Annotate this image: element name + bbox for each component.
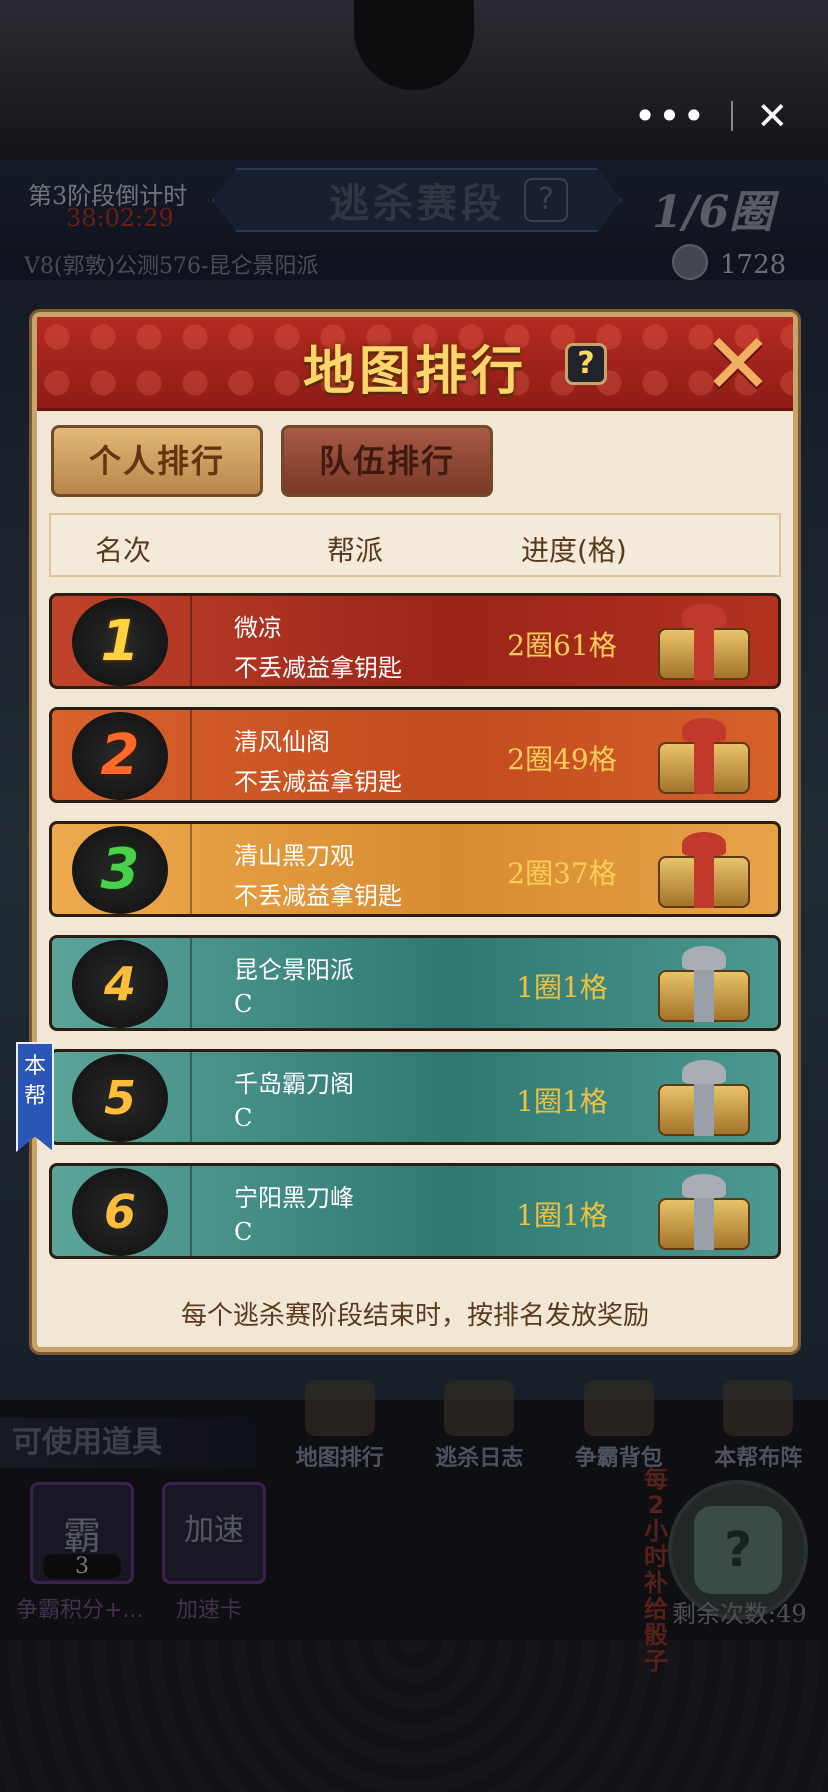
rank-cell: 6 — [52, 1166, 192, 1256]
guild-name: 昆仑景阳派 — [234, 956, 354, 984]
guild-slogan: C — [234, 1218, 253, 1246]
chest-bow — [682, 1060, 726, 1084]
rank-cell: 4 — [52, 938, 192, 1028]
column-header-guild: 帮派 — [327, 534, 384, 567]
capsule-divider — [730, 101, 733, 131]
rank-cell: 2 — [52, 710, 192, 800]
rank-cell: 1 — [52, 596, 192, 686]
table-row[interactable]: 1 微凉 不丢减益拿钥匙 2圈61格 — [49, 593, 781, 689]
chest-bow — [682, 604, 726, 628]
gold-chest-icon[interactable] — [652, 716, 756, 796]
own-guild-badge: 本帮 — [16, 1042, 54, 1152]
column-header-progress: 进度(格) — [521, 534, 627, 567]
guild-slogan: C — [234, 990, 253, 1018]
chest-ribbon — [694, 962, 714, 1022]
modal-title: 地图排行 — [302, 342, 527, 402]
rank-number: 1 — [100, 609, 140, 674]
close-modal-button[interactable]: ✕ — [693, 321, 783, 407]
column-header-rank: 名次 — [95, 534, 152, 567]
guild-slogan: 不丢减益拿钥匙 — [234, 768, 402, 796]
gold-chest-icon[interactable] — [652, 830, 756, 910]
rank-number: 2 — [100, 723, 140, 788]
rank-medal: 6 — [72, 1168, 168, 1256]
progress-value: 1圈1格 — [516, 1199, 608, 1232]
reward-note: 每个逃杀赛阶段结束时，按排名发放奖励 — [180, 1301, 649, 1331]
guild-slogan: 不丢减益拿钥匙 — [234, 654, 402, 682]
progress-value: 1圈1格 — [516, 1085, 608, 1118]
modal-header: 地图排行 ? ✕ — [37, 317, 793, 411]
close-app-button[interactable]: ✕ — [756, 94, 788, 138]
more-menu-button[interactable]: ••• — [634, 94, 707, 138]
silver-chest-icon[interactable] — [652, 1172, 756, 1252]
rank-medal: 5 — [72, 1054, 168, 1142]
rank-number: 3 — [100, 837, 140, 902]
progress-value: 2圈49格 — [507, 743, 617, 776]
guild-name: 宁阳黑刀峰 — [234, 1184, 354, 1212]
table-row[interactable]: 4 昆仑景阳派 C 1圈1格 — [49, 935, 781, 1031]
progress-value: 2圈37格 — [507, 857, 617, 890]
tab-personal-ranking[interactable]: 个人排行 — [51, 425, 263, 497]
guild-name: 微凉 — [234, 614, 282, 642]
chest-ribbon — [694, 620, 714, 680]
table-row[interactable]: 2 清风仙阁 不丢减益拿钥匙 2圈49格 — [49, 707, 781, 803]
tab-team-ranking[interactable]: 队伍排行 — [281, 425, 493, 497]
silver-chest-icon[interactable] — [652, 1058, 756, 1138]
rank-medal: 2 — [72, 712, 168, 800]
table-header: 名次 帮派 进度(格) — [49, 513, 781, 577]
progress-value: 2圈61格 — [507, 629, 617, 662]
table-row[interactable]: 6 宁阳黑刀峰 C 1圈1格 — [49, 1163, 781, 1259]
map-ranking-modal: 地图排行 ? ✕ 个人排行 队伍排行 名次 帮派 进度(格) 1 微凉 不丢减益… — [32, 312, 798, 1352]
chest-ribbon — [694, 734, 714, 794]
rank-number: 5 — [103, 1071, 136, 1125]
gold-chest-icon[interactable] — [652, 602, 756, 682]
rank-cell: 3 — [52, 824, 192, 914]
rank-medal: 4 — [72, 940, 168, 1028]
chest-bow — [682, 718, 726, 742]
guild-slogan: 不丢减益拿钥匙 — [234, 882, 402, 910]
chest-bow — [682, 832, 726, 856]
rank-number: 6 — [103, 1185, 136, 1239]
rank-medal: 1 — [72, 598, 168, 686]
chest-bow — [682, 1174, 726, 1198]
chest-ribbon — [694, 848, 714, 908]
rank-number: 4 — [103, 957, 136, 1011]
silver-chest-icon[interactable] — [652, 944, 756, 1024]
guild-slogan: C — [234, 1104, 253, 1132]
guild-name: 清风仙阁 — [234, 728, 330, 756]
guild-name: 千岛霸刀阁 — [234, 1070, 354, 1098]
help-icon[interactable]: ? — [565, 343, 607, 385]
chest-ribbon — [694, 1190, 714, 1250]
rank-medal: 3 — [72, 826, 168, 914]
table-row[interactable]: 3 清山黑刀观 不丢减益拿钥匙 2圈37格 — [49, 821, 781, 917]
guild-name: 清山黑刀观 — [234, 842, 354, 870]
rank-cell: 5 — [52, 1052, 192, 1142]
table-row[interactable]: 5 千岛霸刀阁 C 1圈1格 — [49, 1049, 781, 1145]
chest-ribbon — [694, 1076, 714, 1136]
progress-value: 1圈1格 — [516, 971, 608, 1004]
chest-bow — [682, 946, 726, 970]
mini-program-capsule: ••• ✕ — [622, 88, 800, 144]
ranking-list: 1 微凉 不丢减益拿钥匙 2圈61格 2 清风仙阁 不丢减益拿钥匙 2圈49格 — [49, 593, 781, 1277]
